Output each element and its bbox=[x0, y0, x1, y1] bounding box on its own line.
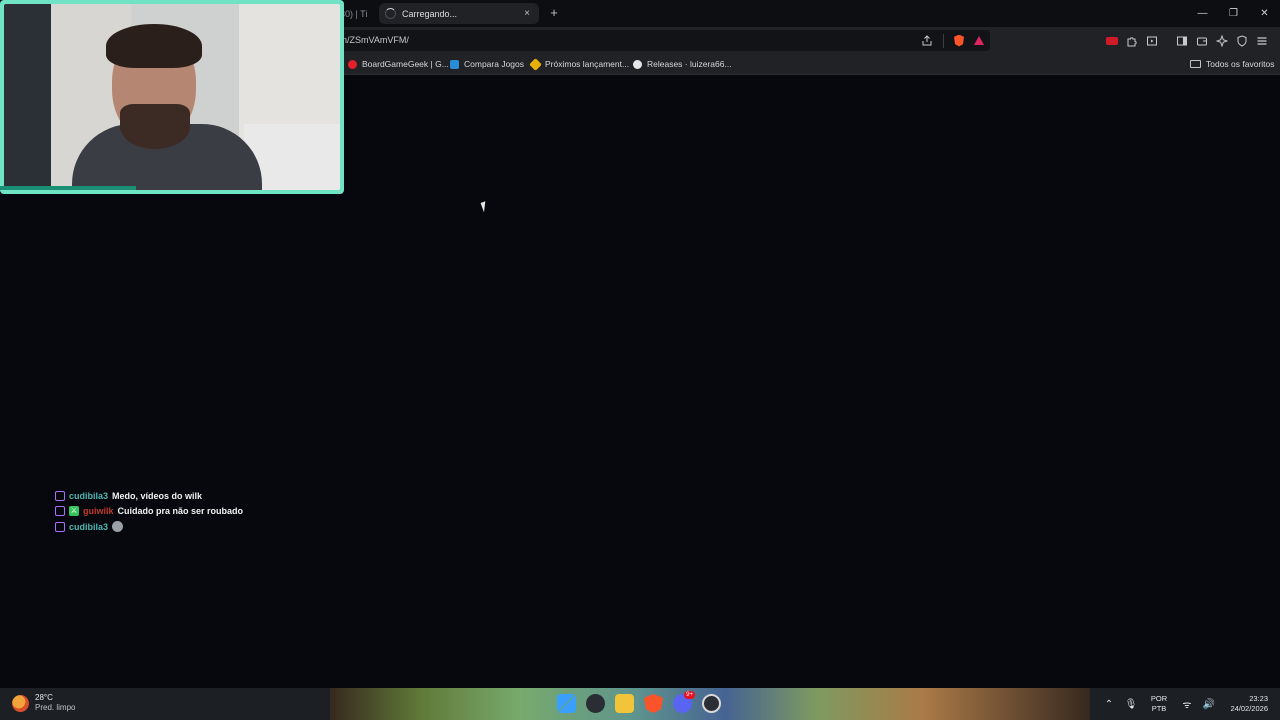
webcam-accent-bar bbox=[0, 186, 136, 190]
webcam-feed bbox=[4, 4, 340, 190]
webcam-person-hair bbox=[106, 24, 202, 68]
toolbar-separator bbox=[943, 33, 944, 48]
obs-studio-icon[interactable] bbox=[702, 694, 721, 713]
weather-icon bbox=[12, 694, 29, 712]
twitch-badge-icon bbox=[55, 521, 65, 532]
tab-active[interactable]: Carregando... × bbox=[379, 3, 539, 24]
close-window-button[interactable]: ✕ bbox=[1249, 0, 1280, 27]
discord-icon[interactable]: 9+ bbox=[673, 691, 695, 713]
windows-taskbar: 28°C Pred. limpo 9+ ⌃ 🎙 POR PTB ᯤ 🔊 23:2… bbox=[0, 688, 1280, 720]
volume-icon[interactable]: 🔊 bbox=[1198, 699, 1220, 710]
compara-jogos-icon bbox=[450, 59, 459, 69]
boardgamegeek-icon bbox=[348, 59, 357, 69]
tray-chevron-up-icon[interactable]: ⌃ bbox=[1098, 699, 1120, 710]
tab-background-label: 30) | Ti bbox=[340, 9, 368, 19]
bookmark-folder-label: Todos os favoritos bbox=[1206, 59, 1275, 69]
bookmarks-folder-all[interactable]: Todos os favoritos bbox=[1190, 53, 1275, 75]
chat-emote-icon bbox=[112, 521, 124, 533]
brave-browser-icon[interactable] bbox=[644, 694, 663, 713]
extension-red-icon[interactable] bbox=[1106, 36, 1118, 45]
chat-username: cudibila3 bbox=[69, 521, 109, 532]
bookmark-label: Compara Jogos bbox=[464, 59, 525, 69]
share-icon[interactable] bbox=[921, 34, 933, 47]
tab-active-title: Carregando... bbox=[402, 8, 458, 19]
clock-date: 24/02/2026 bbox=[1230, 704, 1268, 713]
search-icon[interactable] bbox=[586, 694, 605, 713]
proximos-lancamentos-icon bbox=[529, 57, 542, 71]
new-tab-button[interactable]: + bbox=[546, 5, 562, 21]
microphone-icon[interactable]: 🎙 bbox=[1120, 699, 1142, 710]
twitch-badge-icon bbox=[55, 506, 65, 517]
weather-desc: Pred. limpo bbox=[35, 703, 76, 712]
weather-temp: 28°C bbox=[35, 693, 53, 702]
discord-notification-badge: 9+ bbox=[684, 691, 695, 699]
folder-icon bbox=[1190, 60, 1201, 68]
bookmark-label: Próximos lançament... bbox=[545, 59, 630, 69]
github-icon bbox=[633, 59, 642, 69]
bookmark-boardgamegeek[interactable]: BoardGameGeek | G... bbox=[348, 53, 449, 75]
media-icon[interactable] bbox=[1146, 35, 1158, 47]
leo-ai-icon[interactable] bbox=[1215, 33, 1229, 48]
brave-rewards-icon[interactable] bbox=[974, 36, 984, 45]
chat-message: cudibila3 Medo, vídeos do wilk bbox=[55, 488, 243, 504]
chat-text: Cuidado pra não ser roubado bbox=[117, 506, 244, 517]
menu-hamburger-icon[interactable] bbox=[1256, 35, 1268, 47]
minimize-button[interactable]: — bbox=[1187, 0, 1218, 27]
window-controls: — ❐ ✕ bbox=[1187, 0, 1280, 27]
mouse-cursor-icon bbox=[480, 199, 494, 213]
bookmark-proximos-lancamentos[interactable]: Próximos lançament... bbox=[529, 53, 630, 75]
bookmark-compara-jogos[interactable]: Compara Jogos bbox=[450, 53, 524, 75]
language-line2: PTB bbox=[1151, 704, 1167, 713]
file-explorer-icon[interactable] bbox=[615, 694, 634, 713]
address-bar-url[interactable]: n/ZSmVAmVFM/ bbox=[342, 30, 409, 51]
language-line1: POR bbox=[1150, 694, 1168, 703]
bookmark-label: BoardGameGeek | G... bbox=[362, 59, 449, 69]
chat-username: cudibila3 bbox=[69, 490, 109, 501]
webcam-person-beard bbox=[120, 104, 190, 149]
system-tray: ⌃ 🎙 POR PTB ᯤ 🔊 23:23 24/02/2026 bbox=[1098, 688, 1280, 720]
tab-background[interactable]: 30) | Ti bbox=[340, 4, 378, 24]
moderator-sword-icon: ⚔ bbox=[69, 506, 79, 517]
chat-message: cudibila3 bbox=[55, 519, 243, 535]
wifi-icon[interactable]: ᯤ bbox=[1176, 697, 1198, 711]
twitch-badge-icon bbox=[55, 490, 65, 501]
brave-shields-icon[interactable] bbox=[954, 34, 964, 47]
windows-start-icon[interactable] bbox=[557, 694, 576, 713]
taskbar-pinned-apps: 9+ bbox=[557, 691, 721, 713]
extension-toolbar bbox=[1106, 30, 1268, 51]
weather-widget[interactable]: 28°C Pred. limpo bbox=[12, 693, 75, 713]
chat-text: Medo, vídeos do wilk bbox=[112, 490, 203, 501]
chat-message: ⚔ guiwilk Cuidado pra não ser roubado bbox=[55, 504, 243, 520]
vpn-shield-icon[interactable] bbox=[1236, 34, 1248, 47]
clock-time: 23:23 bbox=[1249, 694, 1268, 703]
wallet-icon[interactable] bbox=[1196, 35, 1208, 47]
system-clock[interactable]: 23:23 24/02/2026 bbox=[1220, 694, 1280, 714]
extensions-puzzle-icon[interactable] bbox=[1126, 35, 1138, 47]
webcam-overlay bbox=[0, 0, 344, 194]
chat-username: guiwilk bbox=[83, 506, 114, 517]
sidebar-icon[interactable] bbox=[1176, 35, 1188, 47]
restore-button[interactable]: ❐ bbox=[1218, 0, 1249, 27]
tab-close-icon[interactable]: × bbox=[521, 8, 533, 19]
address-bar[interactable]: n/ZSmVAmVFM/ bbox=[338, 30, 990, 51]
bookmark-releases[interactable]: Releases · luizera66... bbox=[633, 53, 732, 75]
bookmark-label: Releases · luizera66... bbox=[647, 59, 732, 69]
language-indicator[interactable]: POR PTB bbox=[1142, 694, 1176, 714]
stream-chat-overlay: cudibila3 Medo, vídeos do wilk ⚔ guiwilk… bbox=[55, 488, 243, 535]
loading-spinner-icon bbox=[385, 8, 396, 19]
